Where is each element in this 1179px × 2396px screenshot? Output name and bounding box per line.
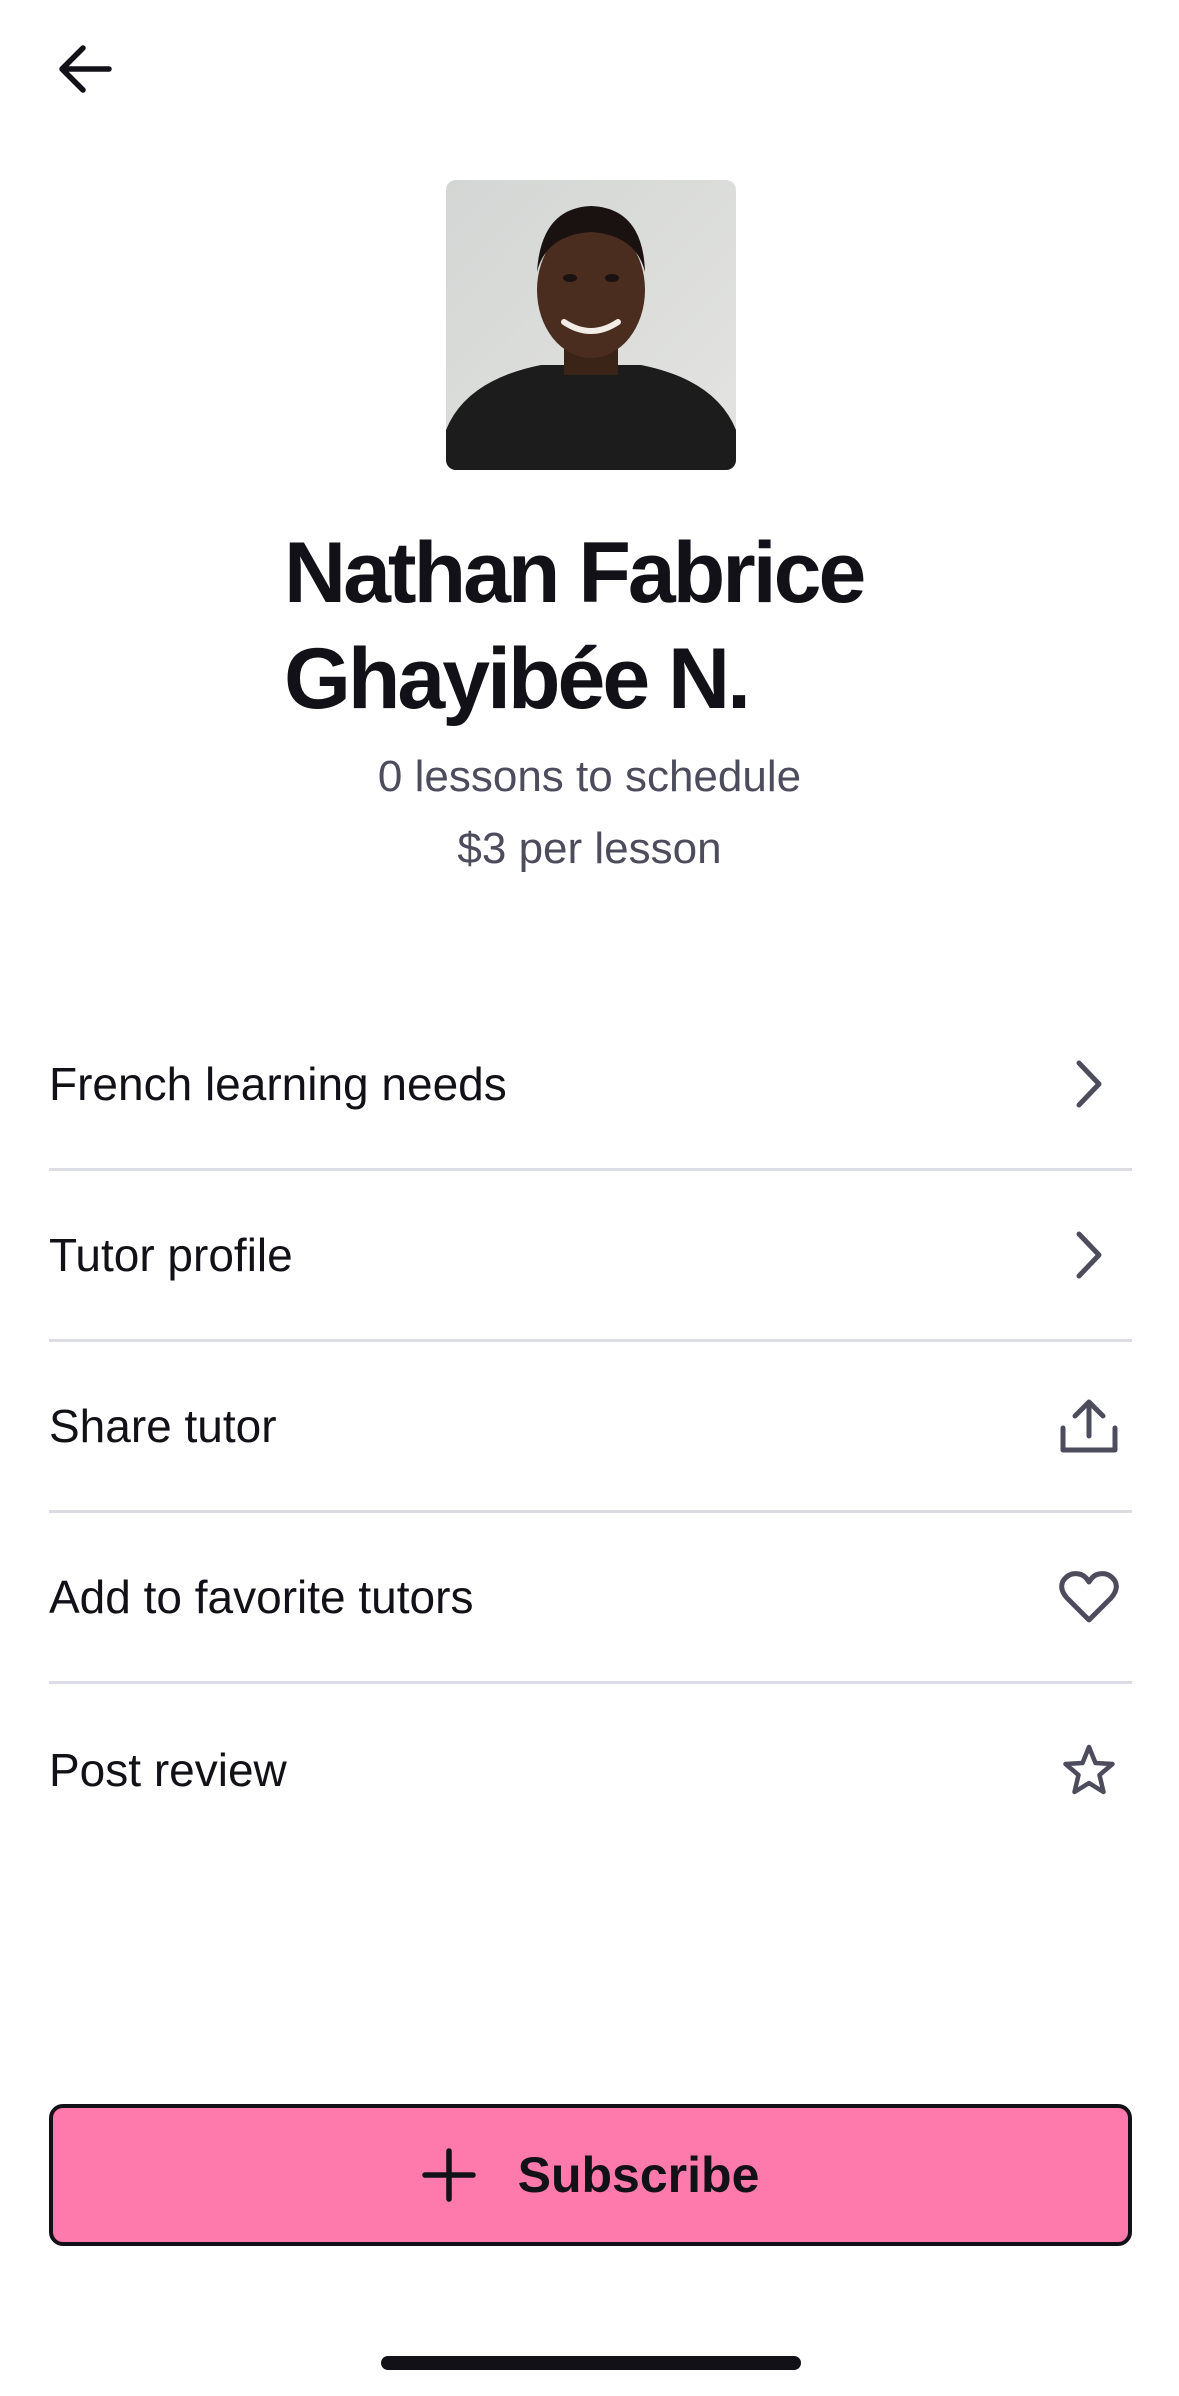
menu-item-share-tutor[interactable]: Share tutor [49,1342,1132,1513]
star-icon [1056,1737,1122,1803]
menu-item-french-learning-needs[interactable]: French learning needs [49,1000,1132,1171]
menu-item-label: French learning needs [49,1058,507,1110]
plus-icon [421,2148,476,2202]
tutor-detail-screen: Nathan Fabrice Ghayibée N. 0 lessons to … [0,0,1179,2396]
subscribe-button[interactable]: Subscribe [49,2104,1132,2246]
heart-icon [1056,1564,1122,1630]
lessons-to-schedule: 0 lessons to schedule [377,752,802,801]
menu-item-label: Tutor profile [49,1229,293,1281]
share-icon [1056,1393,1122,1459]
home-indicator [381,2356,801,2370]
menu-item-tutor-profile[interactable]: Tutor profile [49,1171,1132,1342]
menu-item-label: Post review [49,1743,287,1796]
chevron-right-icon [1056,1222,1122,1288]
subscribe-label: Subscribe [517,2147,760,2203]
tutor-actions-list: French learning needs Tutor profile Shar… [49,1000,1132,1855]
menu-item-label: Add to favorite tutors [49,1571,474,1623]
menu-item-label: Share tutor [49,1400,277,1452]
back-button[interactable] [49,38,121,100]
arrow-left-icon [59,45,112,93]
tutor-name: Nathan Fabrice Ghayibée N. [284,525,866,727]
tutor-avatar [446,180,736,470]
chevron-right-icon [1056,1051,1122,1117]
menu-item-add-to-favorites[interactable]: Add to favorite tutors [49,1513,1132,1684]
menu-item-post-review[interactable]: Post review [49,1684,1132,1855]
price-per-lesson: $3 per lesson [457,824,722,873]
